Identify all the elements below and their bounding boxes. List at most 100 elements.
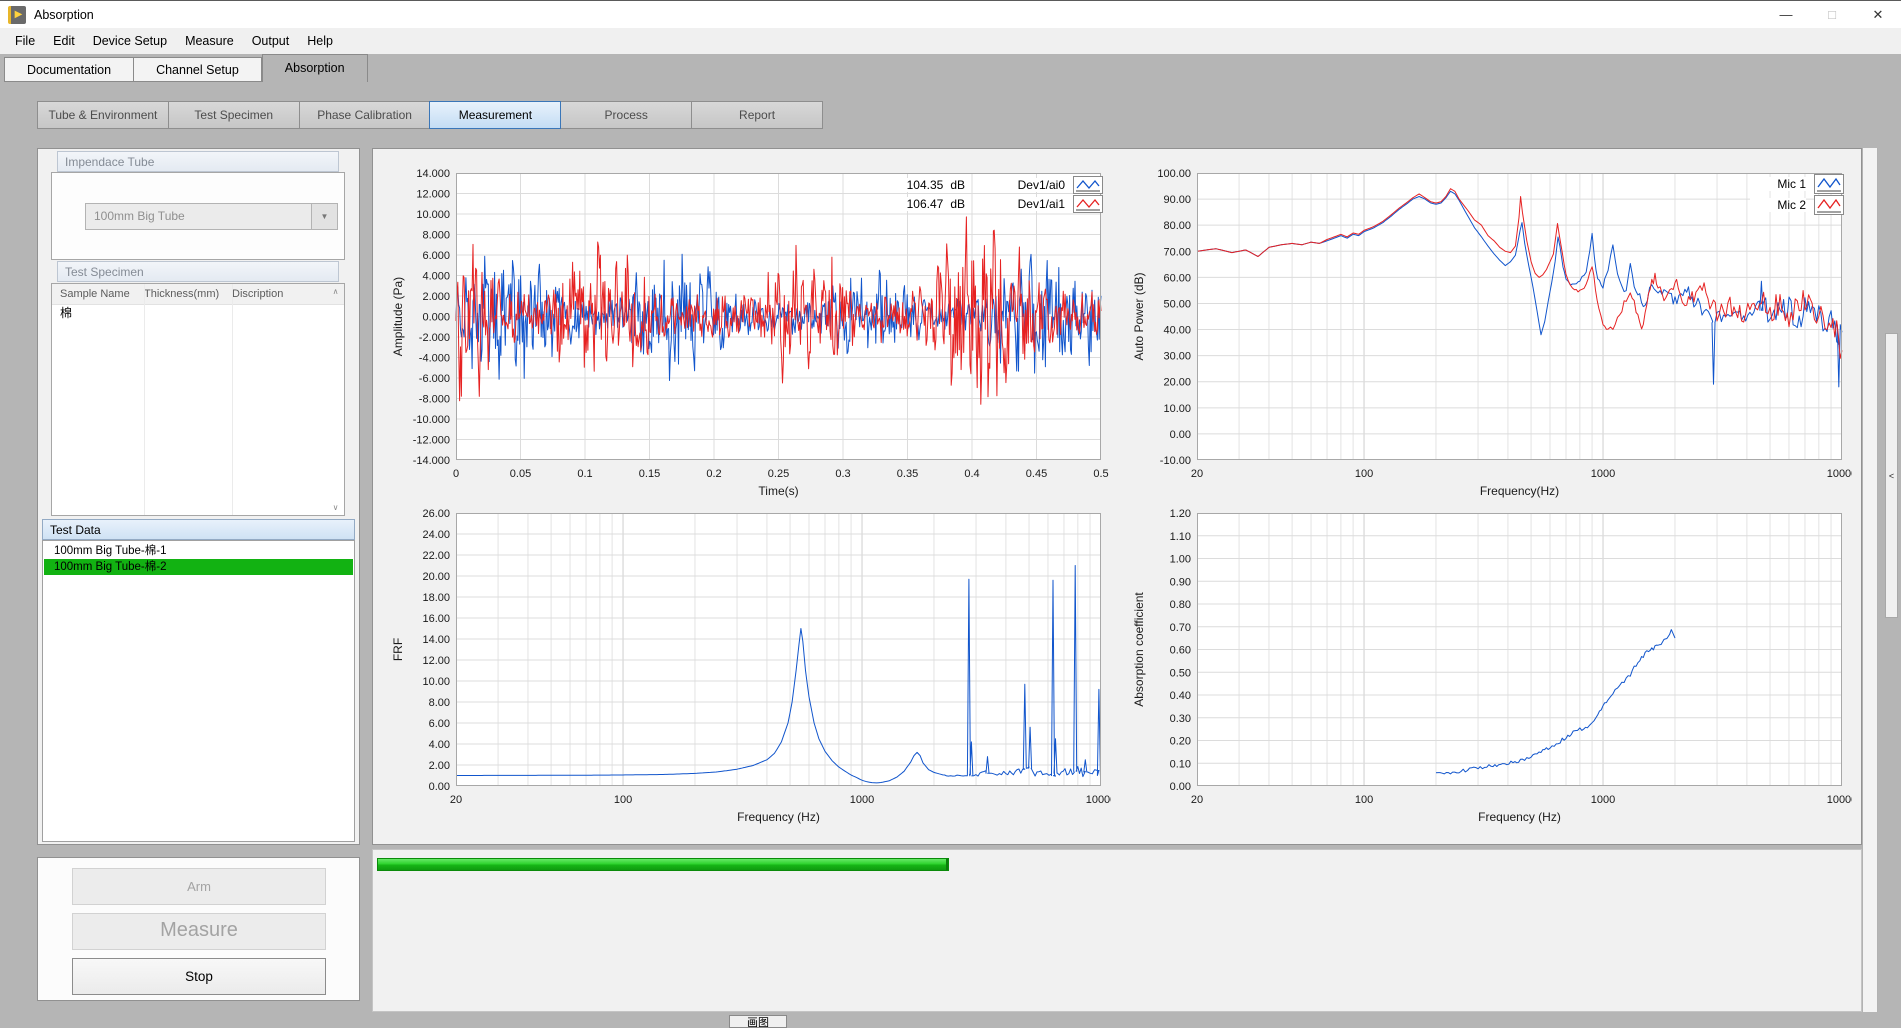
svg-text:0.70: 0.70 [1170,622,1191,634]
svg-text:-8.000: -8.000 [419,394,450,406]
legend-line-icon [1073,176,1103,194]
svg-text:14.00: 14.00 [422,634,450,646]
column-thickness: Thickness(mm) [144,284,232,304]
svg-text:12.00: 12.00 [422,655,450,667]
progress-fill [377,858,949,871]
list-item[interactable]: 100mm Big Tube-棉-1 [44,543,353,559]
menu-item-device-setup[interactable]: Device Setup [84,28,176,54]
test-specimen-table: Sample Name Thickness(mm) Discription 棉 … [51,283,345,516]
svg-text:Absorption coefficient: Absorption coefficient [1132,592,1146,707]
svg-text:20.00: 20.00 [1163,377,1191,389]
window-title: Absorption [34,1,94,29]
close-icon[interactable]: ✕ [1855,1,1901,29]
maximize-icon[interactable]: □ [1809,1,1855,29]
svg-text:0.5: 0.5 [1093,468,1108,480]
svg-text:10000: 10000 [1086,794,1111,806]
svg-text:70.00: 70.00 [1163,246,1191,258]
svg-text:100: 100 [1355,468,1373,480]
subtab-phase-calibration[interactable]: Phase Calibration [299,101,431,129]
menu-item-file[interactable]: File [6,28,44,54]
svg-text:0.90: 0.90 [1170,576,1191,588]
menu-item-edit[interactable]: Edit [44,28,84,54]
arm-button[interactable]: Arm [72,868,326,905]
level-unit: dB [950,178,965,192]
svg-text:8.000: 8.000 [422,230,450,242]
svg-text:0.60: 0.60 [1170,645,1191,657]
scroll-up-icon[interactable]: ∧ [333,287,339,296]
menu-item-help[interactable]: Help [298,28,342,54]
svg-text:10000: 10000 [1827,794,1852,806]
window-controls: — □ ✕ [1763,1,1901,29]
legend-row: Mic 2 [1706,194,1844,215]
progress-bar [377,858,949,871]
svg-text:20: 20 [450,794,462,806]
svg-text:30.00: 30.00 [1163,351,1191,363]
svg-text:6.00: 6.00 [429,718,450,730]
panel-expander-button[interactable]: < [1885,333,1898,618]
svg-text:-14.000: -14.000 [413,455,450,467]
title-bar: ▶ Absorption — □ ✕ [0,0,1901,28]
chevron-down-icon[interactable]: ▼ [311,204,337,229]
svg-text:0.00: 0.00 [1170,781,1191,793]
control-buttons-panel: Arm Measure Stop [37,857,360,1001]
column-sample-name: Sample Name [52,284,144,304]
subtab-test-specimen[interactable]: Test Specimen [168,101,300,129]
scroll-down-icon[interactable]: ∨ [333,503,339,512]
menu-item-output[interactable]: Output [243,28,299,54]
svg-text:0.25: 0.25 [768,468,789,480]
svg-text:2.00: 2.00 [429,760,450,772]
svg-text:10.00: 10.00 [422,676,450,688]
svg-text:100: 100 [1355,794,1373,806]
svg-text:12.000: 12.000 [416,189,450,201]
subtab-bar: Tube & Environment Test Specimen Phase C… [37,101,823,129]
tab-channel-setup[interactable]: Channel Setup [134,57,262,82]
svg-text:-10.000: -10.000 [413,414,450,426]
measure-button[interactable]: Measure [72,913,326,950]
tab-documentation[interactable]: Documentation [4,57,134,82]
level-unit: dB [950,197,965,211]
svg-text:0.35: 0.35 [897,468,918,480]
subtab-process[interactable]: Process [560,101,692,129]
svg-text:16.00: 16.00 [422,613,450,625]
svg-text:-12.000: -12.000 [413,435,450,447]
svg-text:Auto Power (dB): Auto Power (dB) [1132,272,1146,360]
svg-text:-6.000: -6.000 [419,373,450,385]
svg-text:24.00: 24.00 [422,529,450,541]
menu-bar: File Edit Device Setup Measure Output He… [0,28,1901,54]
svg-text:0.05: 0.05 [510,468,531,480]
impedance-tube-dropdown-value: 100mm Big Tube [86,204,311,229]
svg-text:-4.000: -4.000 [419,353,450,365]
right-splitter[interactable] [1862,148,1878,1012]
subtab-measurement[interactable]: Measurement [429,101,561,129]
list-item-selected[interactable]: 100mm Big Tube-棉-2 [44,559,353,575]
impedance-tube-dropdown[interactable]: 100mm Big Tube ▼ [85,203,338,230]
svg-text:0.30: 0.30 [1170,713,1191,725]
svg-text:0.3: 0.3 [835,468,850,480]
svg-text:0.000: 0.000 [422,312,450,324]
channel-name: Dev1/ai1 [1009,197,1065,211]
legend-row: 104.35 dB Dev1/ai0 [905,175,1103,194]
svg-text:100: 100 [614,794,632,806]
tab-absorption[interactable]: Absorption [262,54,368,82]
bottom-tab-draw[interactable]: 画图 [729,1015,787,1028]
svg-text:26.00: 26.00 [422,508,450,520]
charts-panel: -14.000-12.000-10.000-8.000-6.000-4.000-… [372,148,1862,845]
minimize-icon[interactable]: — [1763,1,1809,29]
app-play-icon: ▶ [8,6,26,24]
svg-text:Time(s): Time(s) [758,484,798,498]
subtab-report[interactable]: Report [691,101,823,129]
svg-text:22.00: 22.00 [422,550,450,562]
svg-text:20: 20 [1191,468,1203,480]
svg-text:1000: 1000 [850,794,874,806]
svg-text:20.00: 20.00 [422,571,450,583]
svg-text:0.00: 0.00 [429,781,450,793]
test-data-header: Test Data [42,519,355,540]
frf-chart: 0.002.004.006.008.0010.0012.0014.0016.00… [386,499,1111,832]
table-row[interactable]: 棉 [52,305,344,322]
svg-text:0.15: 0.15 [639,468,660,480]
stop-button[interactable]: Stop [72,958,326,995]
subtab-tube-environment[interactable]: Tube & Environment [37,101,169,129]
menu-item-measure[interactable]: Measure [176,28,243,54]
svg-text:0: 0 [453,468,459,480]
svg-text:Frequency (Hz): Frequency (Hz) [737,810,820,824]
